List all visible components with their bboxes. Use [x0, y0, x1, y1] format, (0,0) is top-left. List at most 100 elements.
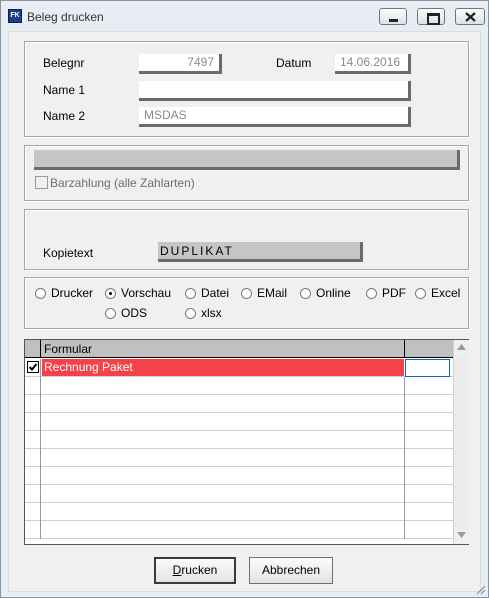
radio-pdf-label: PDF: [382, 286, 406, 300]
radio-datei-circle[interactable]: [185, 287, 196, 299]
column-separator: [404, 413, 405, 431]
radio-online-circle[interactable]: [300, 287, 311, 299]
row-selector[interactable]: [25, 485, 41, 503]
table-row[interactable]: [25, 485, 453, 503]
print-dialog-window: FK Beleg drucken Belegnr 7497 Datum 14.0…: [0, 0, 489, 598]
row-selector[interactable]: [25, 449, 41, 467]
table-row[interactable]: [25, 467, 453, 485]
name2-label: Name 2: [43, 109, 86, 123]
table-row[interactable]: [25, 503, 453, 521]
name2-field[interactable]: MSDAS: [139, 107, 411, 127]
radio-vorschau[interactable]: Vorschau: [105, 286, 171, 300]
datum-label: Datum: [276, 56, 312, 70]
print-button[interactable]: Drucken: [154, 557, 236, 584]
radio-pdf[interactable]: PDF: [366, 286, 406, 300]
radio-vorschau-circle[interactable]: [105, 287, 116, 299]
radio-drucker-circle[interactable]: [35, 287, 46, 299]
title-bar[interactable]: FK Beleg drucken: [1, 1, 488, 31]
window-title: Beleg drucken: [27, 10, 104, 24]
radio-online[interactable]: Online: [300, 286, 351, 300]
datum-field[interactable]: 14.06.2016: [335, 54, 411, 74]
close-button[interactable]: [455, 8, 485, 25]
arrow-down-icon: [457, 532, 466, 538]
belegnr-label: Belegnr: [43, 56, 85, 70]
radio-ods-circle[interactable]: [105, 307, 116, 319]
name1-field[interactable]: [139, 81, 411, 101]
radio-xlsx[interactable]: xlsx: [185, 306, 222, 320]
arrow-up-icon: [457, 344, 466, 350]
table-row[interactable]: [25, 377, 453, 395]
radio-xlsx-circle[interactable]: [185, 307, 196, 319]
print-button-mnemonic: D: [172, 563, 182, 577]
radio-ods-label: ODS: [121, 306, 148, 320]
table-row[interactable]: Rechnung Paket: [25, 359, 453, 377]
scroll-up-button[interactable]: [454, 340, 469, 356]
cell-formular-name[interactable]: Rechnung Paket: [42, 359, 404, 376]
column-separator: [404, 485, 405, 503]
radio-excel-label: Excel: [431, 286, 461, 300]
table-row[interactable]: [25, 413, 453, 431]
grid-corner: [25, 340, 41, 358]
table-row[interactable]: [25, 395, 453, 413]
radio-vorschau-label: Vorschau: [121, 286, 172, 300]
column-separator: [404, 503, 405, 521]
cancel-button[interactable]: Abbrechen: [249, 557, 333, 584]
cell-editor[interactable]: [405, 359, 450, 377]
resize-grip-icon[interactable]: [474, 583, 486, 595]
radio-drucker-label: Drucker: [51, 286, 94, 300]
column-header-formular[interactable]: Formular: [44, 342, 92, 356]
row-selector[interactable]: [25, 413, 41, 431]
radio-online-label: Online: [316, 286, 351, 300]
column-separator: [404, 340, 405, 358]
radio-ods[interactable]: ODS: [105, 306, 147, 320]
table-row[interactable]: [25, 449, 453, 467]
barzahlung-label: Barzahlung (alle Zahlarten): [50, 176, 195, 190]
row-selector[interactable]: [25, 431, 41, 449]
grid-rows: Rechnung Paket: [25, 359, 453, 539]
column-separator: [404, 377, 405, 395]
grid-scrollbar[interactable]: [453, 340, 469, 544]
row-selector[interactable]: [25, 377, 41, 395]
output-options-group: [24, 277, 469, 329]
table-row[interactable]: [25, 431, 453, 449]
row-selector[interactable]: [25, 503, 41, 521]
kopietext-field[interactable]: DUPLIKAT: [158, 242, 363, 262]
maximize-button[interactable]: [417, 8, 445, 25]
radio-datei[interactable]: Datei: [185, 286, 229, 300]
column-separator: [404, 395, 405, 413]
column-separator: [404, 449, 405, 467]
column-separator: [404, 431, 405, 449]
radio-email-circle[interactable]: [241, 287, 252, 299]
column-separator: [404, 467, 405, 485]
checkmark-icon: [28, 363, 38, 371]
close-icon: [465, 12, 476, 22]
row-selector[interactable]: [25, 395, 41, 413]
grid-header: Formular: [25, 340, 453, 358]
dialog-body: Belegnr 7497 Datum 14.06.2016 Name 1 Nam…: [8, 31, 481, 592]
radio-xlsx-label: xlsx: [201, 306, 222, 320]
formular-grid[interactable]: Formular Rechnung Paket: [24, 339, 469, 545]
radio-pdf-circle[interactable]: [366, 287, 377, 299]
app-icon: FK: [8, 9, 22, 23]
kopietext-label: Kopietext: [43, 246, 94, 260]
radio-drucker[interactable]: Drucker: [35, 286, 93, 300]
name1-label: Name 1: [43, 83, 86, 97]
table-row[interactable]: [25, 521, 453, 539]
radio-excel[interactable]: Excel: [415, 286, 460, 300]
barzahlung-checkbox[interactable]: [35, 176, 48, 189]
row-selector[interactable]: [25, 521, 41, 539]
row-checkbox[interactable]: [27, 361, 39, 373]
belegnr-field[interactable]: 7497: [139, 54, 222, 74]
payment-field[interactable]: [34, 150, 460, 170]
radio-email[interactable]: EMail: [241, 286, 287, 300]
minimize-button[interactable]: [379, 8, 407, 25]
row-selector[interactable]: [25, 359, 41, 377]
radio-datei-label: Datei: [201, 286, 230, 300]
radio-excel-circle[interactable]: [415, 287, 426, 299]
scroll-down-button[interactable]: [454, 528, 469, 544]
print-button-label: rucken: [181, 563, 218, 577]
column-separator: [404, 521, 405, 539]
radio-email-label: EMail: [257, 286, 288, 300]
row-selector[interactable]: [25, 467, 41, 485]
kopietext-value: DUPLIKAT: [160, 244, 234, 258]
